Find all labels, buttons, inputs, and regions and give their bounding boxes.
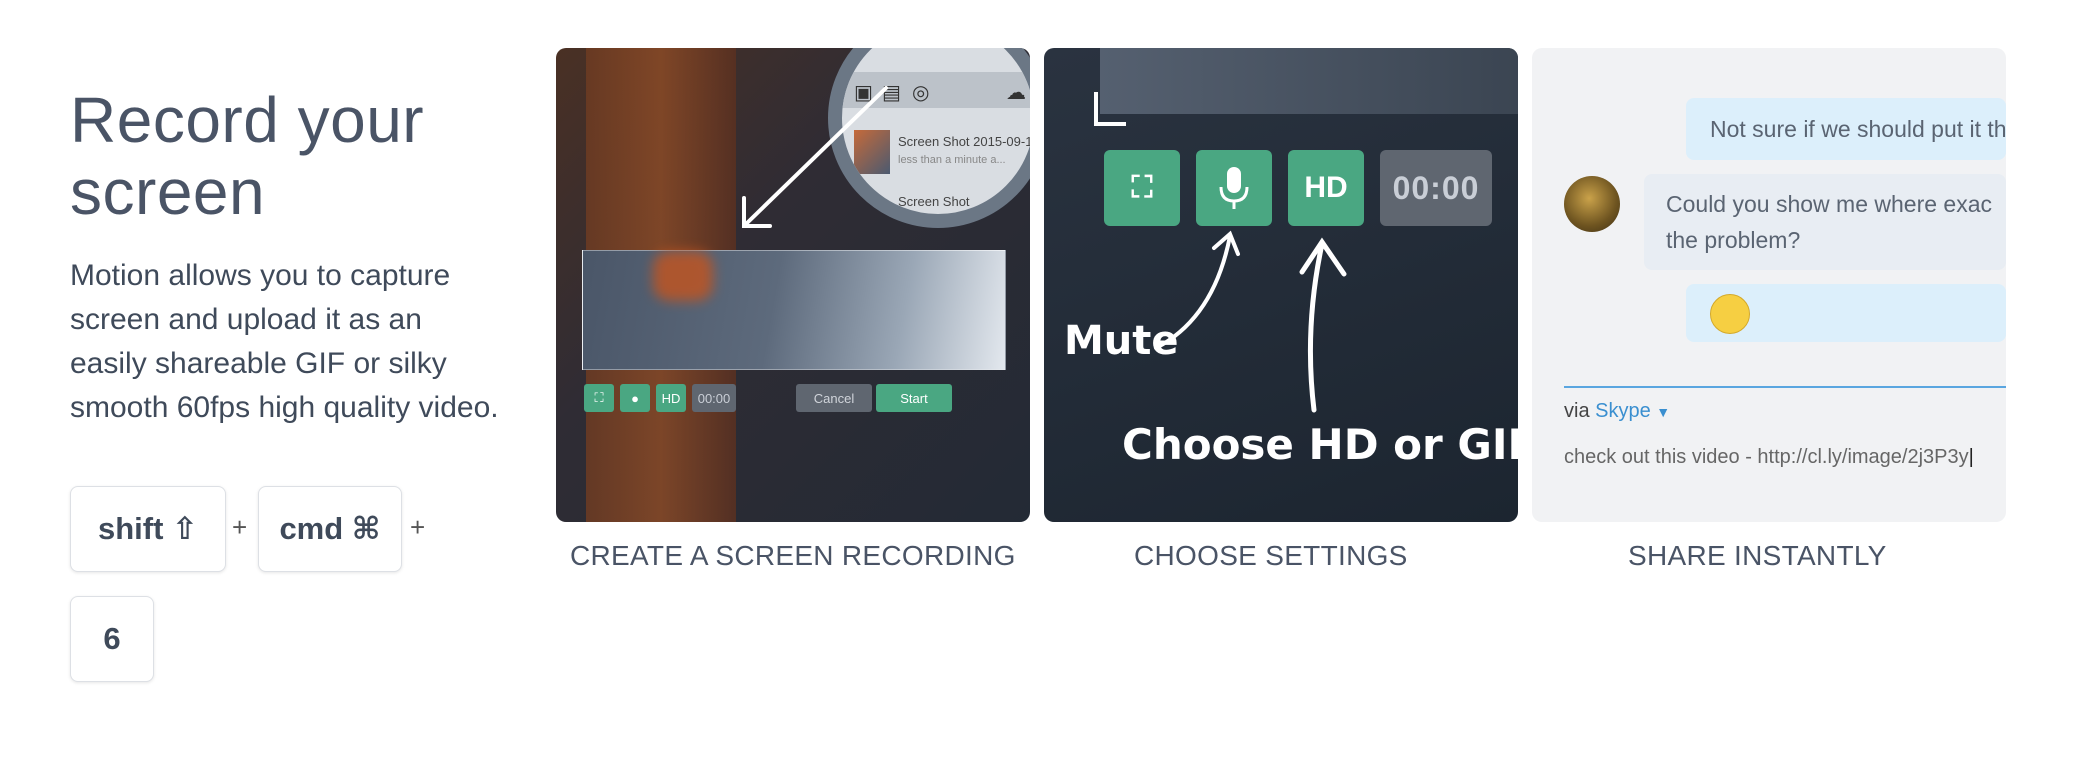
cmd-key: cmd ⌘ [258, 486, 402, 572]
cancel-button: Cancel [796, 384, 872, 412]
plus-sign-1: + [232, 512, 248, 542]
caption-create-recording: CREATE A SCREEN RECORDING [570, 540, 1016, 571]
mute-annotation: Mute [1064, 318, 1179, 364]
chat-message-2: Could you show me where exac the problem… [1644, 174, 2006, 270]
skype-link[interactable]: Skype [1595, 400, 1651, 422]
step-image-share-instantly: Not sure if we should put it th Could yo… [1532, 48, 2006, 522]
text-cursor: | [1968, 446, 1974, 468]
compose-text: check out this video - http://cl.ly/imag… [1564, 446, 1969, 468]
divider-line [1564, 386, 2006, 388]
plus-sign-2: + [410, 512, 426, 542]
timer-display: 00:00 [692, 384, 736, 412]
hero-section: Record your screen Motion allows you to … [70, 84, 500, 430]
title-line-2: screen [70, 156, 266, 228]
via-label: via [1564, 400, 1590, 422]
six-key: 6 [70, 596, 154, 682]
chat-message-1: Not sure if we should put it th [1686, 98, 2006, 160]
choose-annotation: Choose HD or GIF [1122, 420, 1518, 469]
title-line-1: Record your [70, 84, 425, 156]
step-image-create-recording: ▣ ▤ ◎ ☁ Screen Shot 2015-09-1 less than … [556, 48, 1030, 522]
microphone-button: ● [620, 384, 650, 412]
hero-description: Motion allows you to capture screen and … [70, 259, 499, 424]
chat-emoji-bubble [1686, 284, 2006, 342]
hd-button: HD [656, 384, 686, 412]
chevron-down-icon: ▼ [1656, 404, 1671, 420]
chat-message-2-line1: Could you show me where exac [1666, 191, 1992, 217]
via-service: via Skype ▼ [1564, 400, 1670, 423]
caption-choose-settings: CHOOSE SETTINGS [1134, 540, 1408, 571]
step-image-choose-settings: ⛶ HD 00:00 Mute Choose HD or GIF [1044, 48, 1518, 522]
chat-message-2-line2: the problem? [1666, 227, 1801, 253]
fullscreen-button: ⛶ [584, 384, 614, 412]
page-title: Record your screen [70, 84, 500, 228]
selection-area [582, 250, 1006, 370]
compose-field: check out this video - http://cl.ly/imag… [1564, 446, 1974, 469]
start-button: Start [876, 384, 952, 412]
smiley-icon [1710, 294, 1750, 334]
shift-key: shift ⇧ [70, 486, 226, 572]
avatar [1564, 176, 1620, 232]
caption-share-instantly: SHARE INSTANTLY [1628, 540, 1887, 571]
